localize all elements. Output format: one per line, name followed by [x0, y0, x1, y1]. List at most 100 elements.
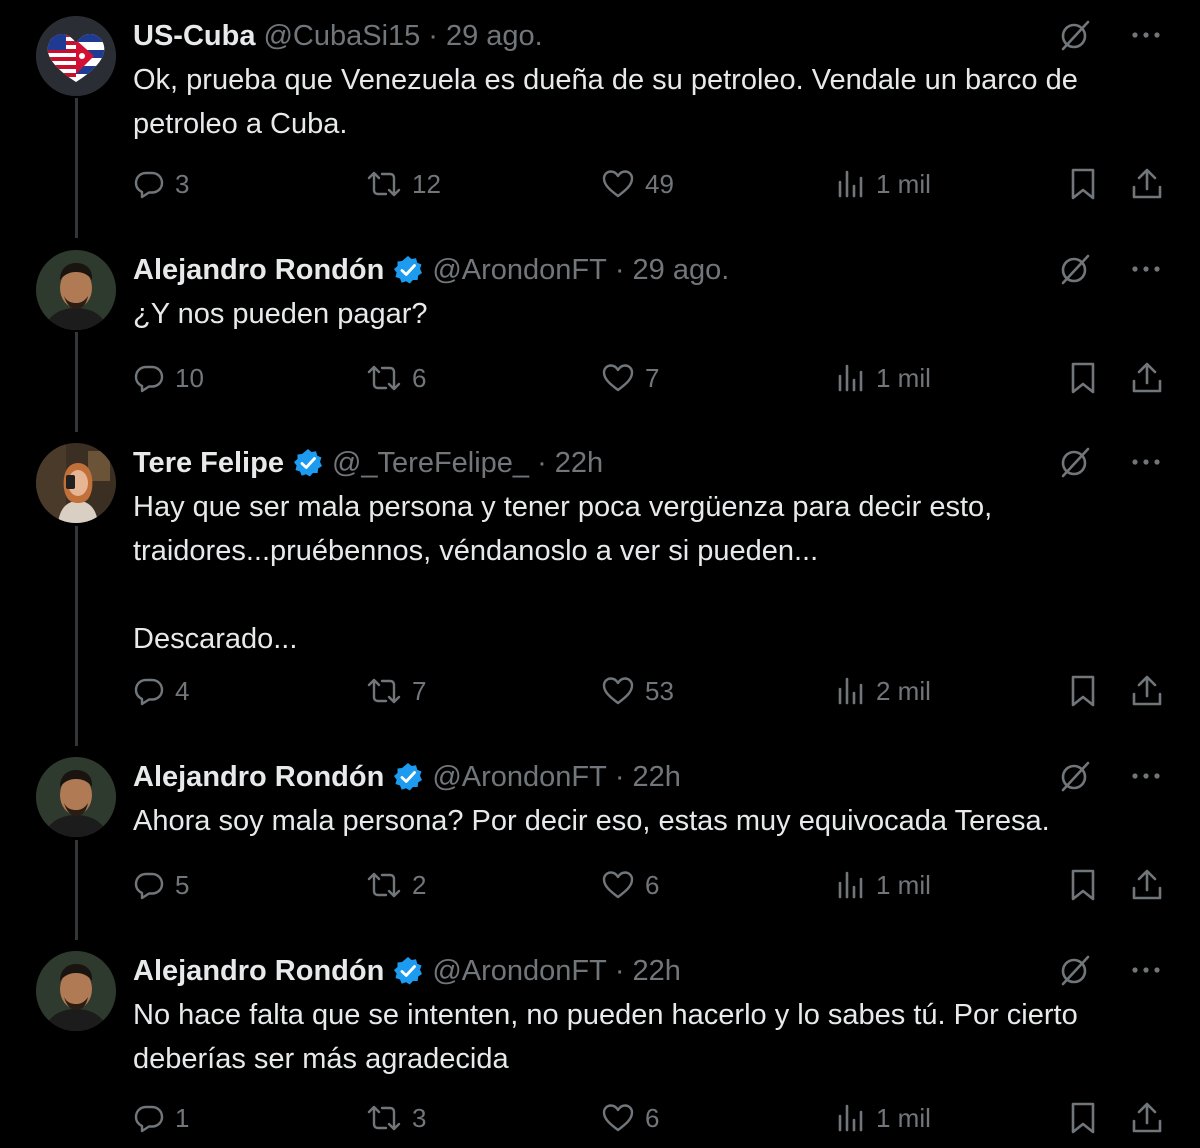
user-handle[interactable]: @ArondonFT: [432, 761, 607, 794]
timestamp[interactable]: 29 ago.: [633, 254, 730, 287]
thread-connector: [75, 840, 78, 940]
bookmark-button[interactable]: [1068, 164, 1098, 204]
more-icon[interactable]: [1130, 759, 1162, 793]
grok-icon[interactable]: [1058, 953, 1092, 987]
share-button[interactable]: [1130, 358, 1164, 398]
share-button[interactable]: [1130, 671, 1164, 711]
grok-icon[interactable]: [1058, 252, 1092, 286]
like-button[interactable]: 7: [601, 358, 659, 398]
avatar[interactable]: [36, 951, 116, 1031]
display-name[interactable]: Alejandro Rondón: [133, 955, 384, 988]
reply-button[interactable]: 4: [133, 671, 189, 711]
grok-icon[interactable]: [1058, 445, 1092, 479]
avatar[interactable]: [36, 16, 116, 96]
like-button[interactable]: 6: [601, 865, 659, 905]
reply-button[interactable]: 5: [133, 865, 189, 905]
views-button[interactable]: 1 mil: [836, 1098, 931, 1138]
like-button[interactable]: 53: [601, 671, 674, 711]
views-icon: [838, 1104, 863, 1132]
user-handle[interactable]: @ArondonFT: [432, 955, 607, 988]
bookmark-icon: [1071, 1102, 1095, 1134]
reply-icon: [134, 1105, 164, 1133]
retweet-icon: [367, 1105, 401, 1131]
thread-connector: [75, 98, 78, 238]
bookmark-button[interactable]: [1068, 671, 1098, 711]
tweet-text: Hay que ser mala persona y tener poca ve…: [133, 491, 993, 655]
man-portrait-icon: [36, 250, 116, 330]
like-icon: [602, 677, 634, 705]
bookmark-icon: [1071, 869, 1095, 901]
timestamp[interactable]: 22h: [555, 447, 603, 480]
reply-count: 4: [175, 675, 190, 706]
retweet-count: 2: [412, 869, 427, 900]
bookmark-button[interactable]: [1068, 358, 1098, 398]
tweet-header: Alejandro Rondón @ArondonFT · 29 ago.: [133, 250, 729, 290]
display-name[interactable]: US-Cuba: [133, 20, 255, 53]
more-icon[interactable]: [1130, 445, 1162, 479]
timestamp[interactable]: 22h: [633, 955, 681, 988]
retweet-button[interactable]: 3: [366, 1098, 426, 1138]
views-button[interactable]: 2 mil: [836, 671, 931, 711]
grok-icon[interactable]: [1058, 759, 1092, 793]
views-count: 2 mil: [876, 675, 931, 706]
views-icon: [838, 170, 863, 198]
avatar[interactable]: [36, 250, 116, 330]
tweet-header: US-Cuba @CubaSi15 · 29 ago.: [133, 16, 543, 56]
share-icon: [1132, 362, 1162, 393]
tweet-actions: 3 12 49 1 mil: [133, 164, 1173, 204]
retweet-icon: [367, 678, 401, 704]
tweet-header: Alejandro Rondón @ArondonFT · 22h: [133, 757, 681, 797]
like-count: 6: [645, 1102, 660, 1133]
retweet-count: 6: [412, 362, 427, 393]
user-handle[interactable]: @CubaSi15: [263, 20, 420, 53]
like-button[interactable]: 6: [601, 1098, 659, 1138]
tweet-text: ¿Y nos pueden pagar?: [133, 298, 428, 330]
share-button[interactable]: [1130, 164, 1164, 204]
separator-dot: ·: [614, 760, 625, 793]
retweet-button[interactable]: 6: [366, 358, 426, 398]
display-name[interactable]: Alejandro Rondón: [133, 254, 384, 287]
views-button[interactable]: 1 mil: [836, 164, 931, 204]
avatar[interactable]: [36, 757, 116, 837]
retweet-button[interactable]: 7: [366, 671, 426, 711]
user-handle[interactable]: @_TereFelipe_: [332, 447, 529, 480]
more-icon[interactable]: [1130, 252, 1162, 286]
tweet-actions: 1 3 6 1 mil: [133, 1098, 1173, 1138]
bookmark-button[interactable]: [1068, 1098, 1098, 1138]
views-button[interactable]: 1 mil: [836, 865, 931, 905]
timestamp[interactable]: 29 ago.: [446, 20, 543, 53]
timestamp[interactable]: 22h: [633, 761, 681, 794]
retweet-button[interactable]: 12: [366, 164, 441, 204]
tweet-header: Tere Felipe @_TereFelipe_ · 22h: [133, 443, 603, 483]
display-name[interactable]: Tere Felipe: [133, 447, 284, 480]
user-handle[interactable]: @ArondonFT: [432, 254, 607, 287]
tweet-actions: 4 7 53 2 mil: [133, 671, 1173, 711]
verified-badge-icon: [392, 254, 424, 286]
reply-count: 1: [175, 1102, 190, 1133]
reply-count: 10: [175, 362, 204, 393]
reply-button[interactable]: 3: [133, 164, 189, 204]
display-name[interactable]: Alejandro Rondón: [133, 761, 384, 794]
views-button[interactable]: 1 mil: [836, 358, 931, 398]
retweet-button[interactable]: 2: [366, 865, 426, 905]
reply-button[interactable]: 10: [133, 358, 204, 398]
tweet-actions: 5 2 6 1 mil: [133, 865, 1173, 905]
like-button[interactable]: 49: [601, 164, 674, 204]
bookmark-button[interactable]: [1068, 865, 1098, 905]
share-button[interactable]: [1130, 1098, 1164, 1138]
more-icon[interactable]: [1130, 18, 1162, 52]
views-count: 1 mil: [876, 168, 931, 199]
more-icon[interactable]: [1130, 953, 1162, 987]
views-count: 1 mil: [876, 869, 931, 900]
separator-dot: ·: [614, 253, 625, 286]
grok-icon[interactable]: [1058, 18, 1092, 52]
reply-icon: [134, 365, 164, 393]
share-button[interactable]: [1130, 865, 1164, 905]
like-icon: [602, 871, 634, 899]
views-count: 1 mil: [876, 1102, 931, 1133]
avatar[interactable]: [36, 443, 116, 523]
separator-dot: ·: [614, 954, 625, 987]
verified-badge-icon: [392, 955, 424, 987]
reply-icon: [134, 678, 164, 706]
reply-button[interactable]: 1: [133, 1098, 189, 1138]
